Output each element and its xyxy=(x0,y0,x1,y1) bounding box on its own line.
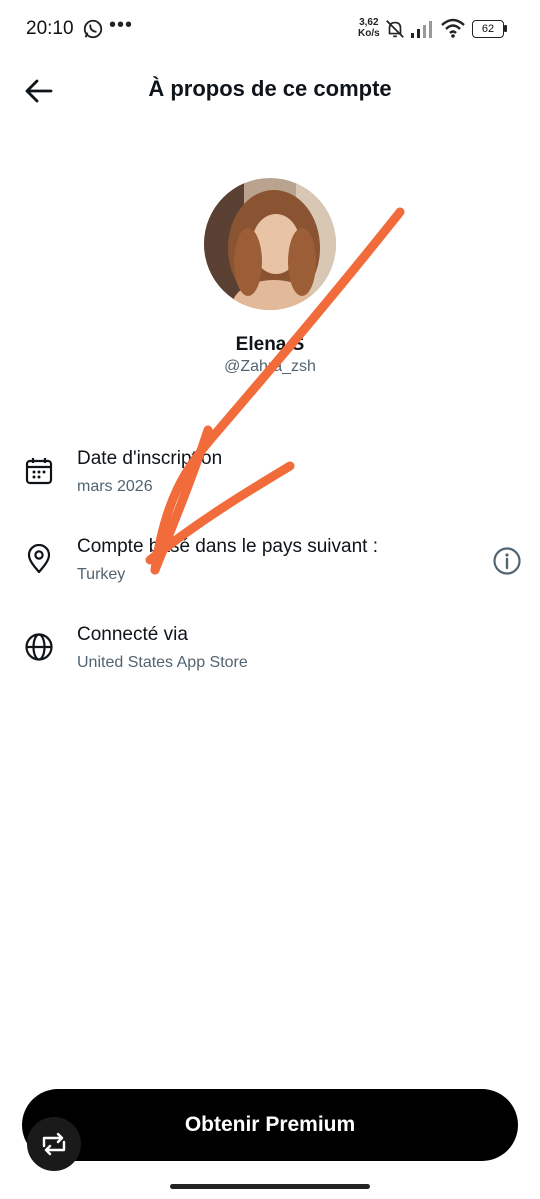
battery-icon: 62 xyxy=(472,20,504,38)
info-row-country: Compte basé dans le pays suivant : Turke… xyxy=(0,534,540,604)
wifi-icon xyxy=(441,18,465,38)
avatar xyxy=(204,178,336,310)
location-pin-icon xyxy=(27,544,51,574)
get-premium-button[interactable]: Obtenir Premium xyxy=(22,1089,518,1161)
info-row-connected-via: Connecté via United States App Store xyxy=(0,622,540,692)
status-time: 20:10 xyxy=(26,18,74,39)
info-icon[interactable] xyxy=(492,546,522,576)
battery-tip xyxy=(504,25,507,32)
join-date-value: mars 2026 xyxy=(77,478,153,495)
country-value: Turkey xyxy=(77,566,126,583)
network-speed-value: 3,62 xyxy=(359,17,379,28)
mute-icon xyxy=(386,20,404,38)
globe-icon xyxy=(25,633,53,661)
user-handle: @Zahra_zsh xyxy=(224,358,316,375)
calendar-icon xyxy=(25,458,53,485)
avatar-image xyxy=(204,178,336,310)
connected-via-label: Connecté via xyxy=(77,624,188,645)
more-dots-icon: ••• xyxy=(109,14,134,36)
network-speed: 3,62 Ko/s xyxy=(358,17,380,39)
network-speed-unit: Ko/s xyxy=(358,28,380,39)
join-date-label: Date d'inscription xyxy=(77,448,223,469)
signal-icon xyxy=(411,21,432,38)
info-row-join-date: Date d'inscription mars 2026 xyxy=(0,446,540,516)
page-title: À propos de ce compte xyxy=(148,76,392,101)
status-bar: 20:10 ••• 3,62 Ko/s 62 xyxy=(0,0,540,60)
connected-via-value: United States App Store xyxy=(77,654,248,671)
home-indicator[interactable] xyxy=(170,1184,370,1189)
repost-icon xyxy=(42,1132,66,1156)
display-name: Elena S xyxy=(235,334,305,355)
country-label: Compte basé dans le pays suivant : xyxy=(77,536,379,557)
repost-button[interactable] xyxy=(27,1117,81,1171)
whatsapp-icon xyxy=(83,19,103,39)
